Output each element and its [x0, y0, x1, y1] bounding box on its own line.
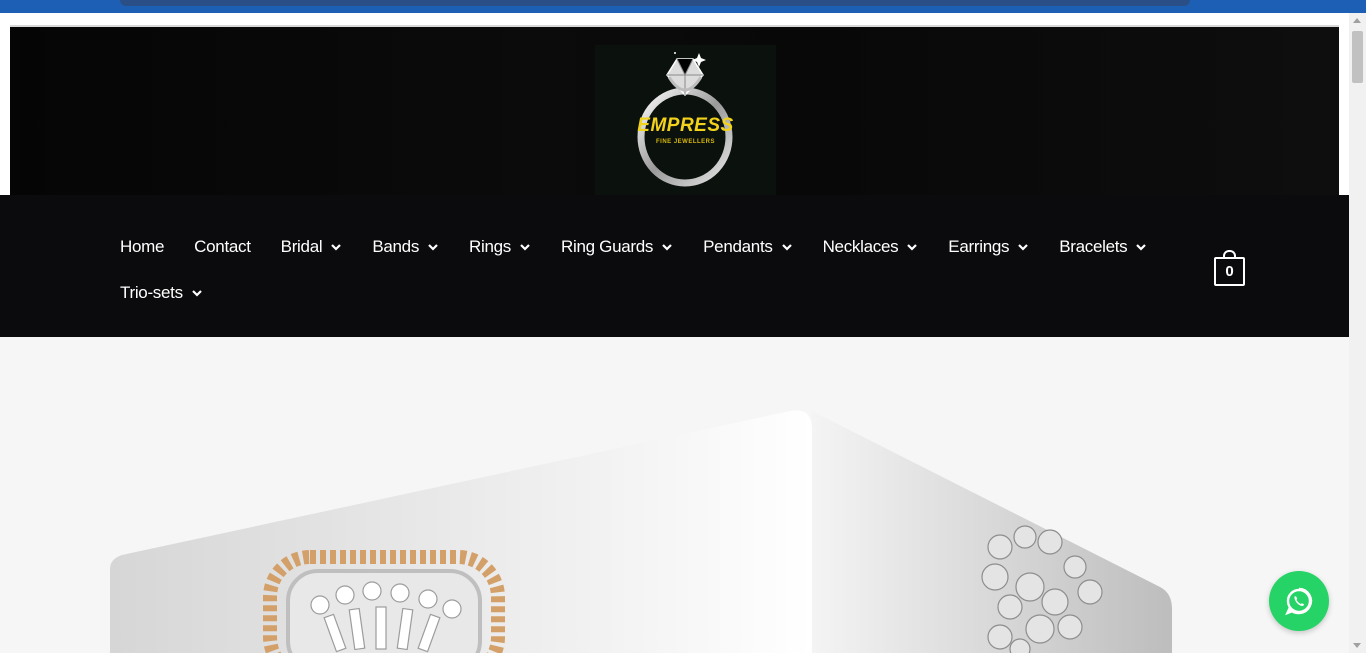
chevron-down-icon	[331, 244, 342, 251]
chevron-down-icon	[1018, 244, 1028, 251]
nav-item-label: Pendants	[703, 237, 773, 256]
scrollbar[interactable]	[1349, 13, 1366, 653]
nav-item-ring-guards[interactable]: Ring Guards	[561, 237, 673, 257]
nav-item-home[interactable]: Home	[120, 237, 164, 257]
scroll-down-icon[interactable]	[1353, 643, 1361, 648]
nav-item-label: Ring Guards	[561, 237, 654, 256]
nav-item-earrings[interactable]: Earrings	[948, 237, 1029, 257]
nav-item-bridal[interactable]: Bridal	[281, 237, 343, 257]
nav-item-label: Earrings	[948, 237, 1010, 256]
hero-jewellery-image	[110, 410, 1172, 653]
chevron-down-icon	[662, 244, 672, 251]
nav-item-bands[interactable]: Bands	[372, 237, 439, 257]
nav-item-rings[interactable]: Rings	[469, 237, 531, 257]
nav-row-1: Home Contact Bridal Bands Rings Ring Gua…	[120, 237, 1177, 257]
scrollbar-thumb[interactable]	[1352, 31, 1363, 83]
chevron-down-icon	[428, 244, 438, 251]
chevron-down-icon	[781, 244, 792, 251]
logo-header-band: EMPRESS FINE JEWELLERS	[10, 25, 1339, 198]
chevron-down-icon	[907, 244, 918, 251]
nav-item-label: Rings	[469, 237, 511, 256]
browser-address-bar[interactable]	[120, 0, 1190, 6]
nav-item-trio-sets[interactable]: Trio-sets	[120, 283, 203, 303]
nav-item-label: Necklaces	[822, 237, 899, 256]
scroll-up-icon[interactable]	[1353, 18, 1361, 23]
nav-item-bracelets[interactable]: Bracelets	[1059, 237, 1147, 257]
chevron-down-icon	[1136, 244, 1147, 251]
nav-item-contact[interactable]: Contact	[194, 237, 251, 257]
nav-item-label: Bracelets	[1059, 237, 1128, 256]
browser-toolbar-edge	[0, 0, 1366, 13]
nav-item-pendants[interactable]: Pendants	[703, 237, 792, 257]
logo-wordmark: EMPRESS	[637, 115, 734, 136]
logo-subtext: FINE JEWELLERS	[655, 139, 715, 145]
chevron-down-icon	[520, 244, 530, 251]
nav-item-label: Contact	[194, 237, 251, 256]
nav-item-label: Bridal	[280, 237, 323, 256]
cart-button[interactable]: 0	[1214, 250, 1245, 286]
main-navigation: Home Contact Bridal Bands Rings Ring Gua…	[0, 195, 1349, 337]
divider-line	[10, 25, 810, 27]
cart-count: 0	[1214, 257, 1245, 286]
hero-banner	[0, 337, 1349, 653]
nav-row-2: Trio-sets	[120, 283, 233, 303]
nav-item-necklaces[interactable]: Necklaces	[823, 237, 919, 257]
whatsapp-chat-button[interactable]	[1269, 571, 1329, 631]
divider-line	[810, 25, 1339, 27]
chevron-down-icon	[192, 290, 202, 297]
nav-item-label: Home	[120, 237, 165, 256]
nav-item-label: Bands	[372, 237, 420, 256]
whatsapp-icon	[1285, 587, 1313, 616]
page: EMPRESS FINE JEWELLERS Home Contact Brid…	[0, 13, 1349, 653]
nav-item-label: Trio-sets	[120, 283, 183, 302]
site-logo[interactable]: EMPRESS FINE JEWELLERS	[595, 45, 776, 198]
